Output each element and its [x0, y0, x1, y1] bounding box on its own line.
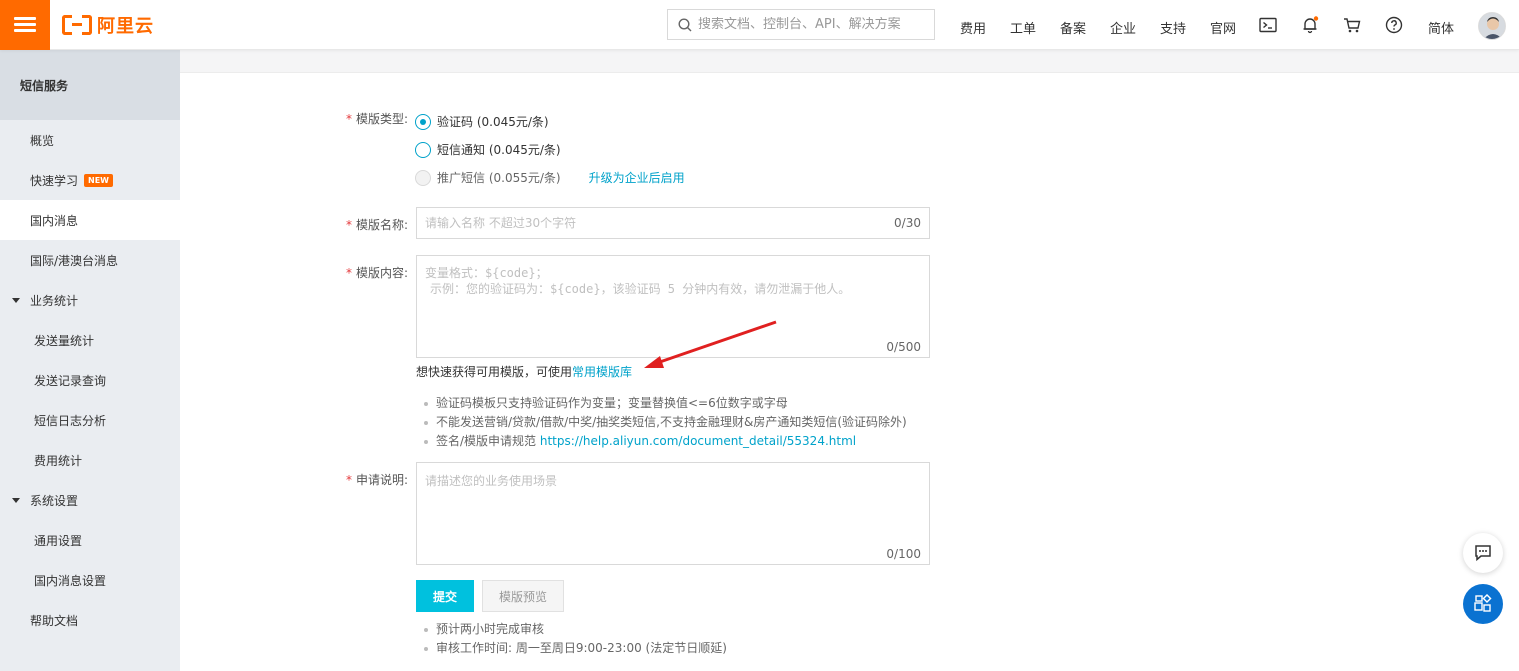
rule-item: 验证码模板只支持验证码作为变量；变量替换值<=6位数字或字母 — [422, 394, 907, 413]
sidebar-group-statistics[interactable]: 业务统计 — [0, 280, 180, 320]
sidebar-item-cost-statistics[interactable]: 费用统计 — [0, 440, 180, 480]
terminal-icon[interactable] — [1258, 15, 1278, 35]
sidebar-item-label: 费用统计 — [34, 453, 83, 468]
sidebar-item-overview[interactable]: 概览 — [0, 120, 180, 160]
sidebar-title: 短信服务 — [0, 50, 180, 120]
sidebar-item-send-records[interactable]: 发送记录查询 — [0, 360, 180, 400]
template-preview-button: 模版预览 — [482, 580, 564, 612]
radio-checked-icon — [415, 113, 431, 130]
template-content-counter: 0/500 — [886, 340, 921, 354]
sidebar-item-general-settings[interactable]: 通用设置 — [0, 520, 180, 560]
sidebar-item-log-analysis[interactable]: 短信日志分析 — [0, 400, 180, 440]
aliyun-logo-icon — [62, 15, 92, 35]
sidebar: 短信服务 概览 快速学习 NEW 国内消息 国际/港澳台消息 业务统计 发送量统… — [0, 50, 180, 671]
sidebar-item-label: 国际/港澳台消息 — [30, 253, 119, 268]
sidebar-item-quick-learn[interactable]: 快速学习 NEW — [0, 160, 180, 200]
application-desc-counter: 0/100 — [886, 547, 921, 561]
bell-icon[interactable] — [1300, 15, 1320, 35]
hamburger-menu-button[interactable] — [0, 0, 50, 50]
radio-disabled-icon — [415, 169, 431, 186]
search-input[interactable] — [698, 17, 923, 32]
content-rules-list: 验证码模板只支持验证码作为变量；变量替换值<=6位数字或字母 不能发送营销/贷款… — [422, 394, 907, 451]
nav-tickets[interactable]: 工单 — [1010, 18, 1036, 37]
sidebar-item-label: 国内消息设置 — [34, 573, 107, 588]
top-bar: 阿里云 费用 工单 备案 企业 支持 官网 简体 — [0, 0, 1519, 50]
sidebar-group-label: 业务统计 — [30, 293, 79, 308]
red-arrow-annotation — [644, 320, 777, 368]
caret-down-icon — [12, 497, 20, 503]
nav-icp[interactable]: 备案 — [1060, 18, 1086, 37]
language-switch[interactable]: 简体 — [1428, 18, 1454, 37]
template-name-field[interactable]: 0/30 — [416, 207, 930, 239]
application-desc-textarea[interactable] — [417, 463, 929, 563]
chat-icon — [1475, 545, 1491, 562]
submit-button[interactable]: 提交 — [416, 580, 474, 612]
cart-icon[interactable] — [1342, 15, 1362, 35]
hamburger-icon — [14, 17, 36, 33]
rule-item: 不能发送营销/贷款/借款/中奖/抽奖类短信,不支持金融理财&房产通知类短信(验证… — [422, 413, 907, 432]
review-info-list: 预计两小时完成审核 审核工作时间: 周一至周日9:00-23:00 (法定节日顺… — [422, 620, 727, 658]
aliyun-logo[interactable]: 阿里云 — [62, 13, 154, 37]
application-desc-label: * 申请说明: — [346, 473, 409, 487]
template-name-counter: 0/30 — [894, 216, 921, 230]
nav-billing[interactable]: 费用 — [960, 18, 986, 37]
upgrade-enterprise-link[interactable]: 升级为企业后启用 — [589, 169, 685, 186]
help-icon[interactable] — [1384, 15, 1404, 35]
nav-support[interactable]: 支持 — [1160, 18, 1186, 37]
sidebar-group-settings[interactable]: 系统设置 — [0, 480, 180, 520]
template-content-placeholder: 变量格式：${code}； 示例：您的验证码为：${code}，该验证码 5 分… — [425, 266, 851, 296]
sidebar-item-label: 快速学习 — [30, 173, 79, 188]
sidebar-item-international-messages[interactable]: 国际/港澳台消息 — [0, 240, 180, 280]
radio-label: 推广短信 (0.055元/条) — [437, 171, 561, 185]
sidebar-item-label: 概览 — [30, 133, 55, 148]
sidebar-item-help-docs[interactable]: 帮助文档 — [0, 600, 180, 640]
apps-float-button[interactable] — [1463, 584, 1503, 624]
chat-float-button[interactable] — [1463, 533, 1503, 573]
sidebar-item-label: 国内消息 — [30, 213, 79, 228]
global-search[interactable] — [667, 9, 935, 40]
template-content-label: * 模版内容: — [346, 266, 409, 280]
sidebar-item-label: 通用设置 — [34, 533, 83, 548]
radio-verification-code[interactable]: 验证码 (0.045元/条) — [415, 113, 549, 130]
common-template-library-link[interactable]: 常用模版库 — [572, 365, 632, 379]
radio-unchecked-icon — [415, 141, 431, 158]
sidebar-item-label: 发送记录查询 — [34, 373, 107, 388]
template-name-label: * 模版名称: — [346, 218, 409, 232]
rule-item: 签名/模版申请规范 https://help.aliyun.com/docume… — [422, 432, 907, 451]
sidebar-item-domestic-settings[interactable]: 国内消息设置 — [0, 560, 180, 600]
nav-official-site[interactable]: 官网 — [1210, 18, 1236, 37]
logo-text: 阿里云 — [97, 16, 154, 37]
quick-template-hint: 想快速获得可用模版，可使用常用模版库 — [416, 363, 632, 380]
sidebar-item-label: 短信日志分析 — [34, 413, 107, 428]
application-desc-field[interactable]: 0/100 — [416, 462, 930, 565]
caret-down-icon — [12, 297, 20, 303]
template-type-label: * 模版类型: — [346, 112, 409, 126]
help-doc-link[interactable]: https://help.aliyun.com/document_detail/… — [540, 434, 856, 448]
radio-promotional-sms: 推广短信 (0.055元/条) 升级为企业后启用 — [415, 169, 685, 186]
user-avatar[interactable] — [1478, 12, 1506, 40]
radio-label: 验证码 (0.045元/条) — [437, 115, 549, 129]
template-name-input[interactable] — [417, 208, 929, 238]
search-icon — [678, 17, 692, 31]
sidebar-item-domestic-messages[interactable]: 国内消息 — [0, 200, 180, 240]
new-badge: NEW — [84, 173, 113, 187]
nav-enterprise[interactable]: 企业 — [1110, 18, 1136, 37]
sidebar-item-label: 帮助文档 — [30, 613, 79, 628]
review-info-item: 预计两小时完成审核 — [422, 620, 727, 639]
sidebar-item-send-volume[interactable]: 发送量统计 — [0, 320, 180, 360]
review-info-item: 审核工作时间: 周一至周日9:00-23:00 (法定节日顺延) — [422, 639, 727, 658]
radio-sms-notification[interactable]: 短信通知 (0.045元/条) — [415, 141, 561, 158]
radio-label: 短信通知 (0.045元/条) — [437, 143, 561, 157]
apps-icon — [1474, 594, 1492, 612]
header-strip — [180, 50, 1519, 73]
sidebar-item-label: 发送量统计 — [34, 333, 95, 348]
main-content: * 模版类型: 验证码 (0.045元/条) 短信通知 (0.045元/条) 推广… — [180, 50, 1519, 671]
quick-template-text: 想快速获得可用模版，可使用 — [416, 365, 573, 379]
sidebar-group-label: 系统设置 — [30, 493, 79, 508]
